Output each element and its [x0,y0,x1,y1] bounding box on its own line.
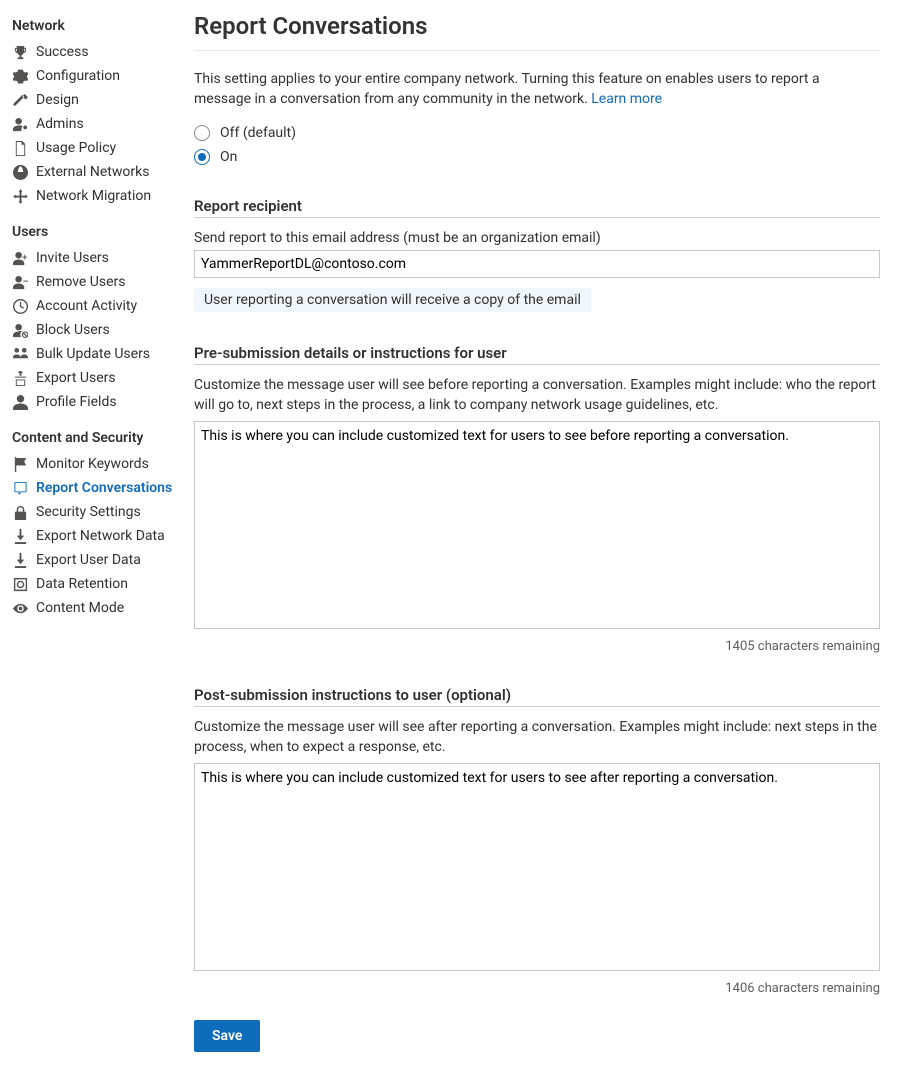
sidebar-item-label: Export User Data [36,550,141,570]
flag-icon [12,456,28,472]
block-user-icon [12,322,28,338]
post-characters-remaining: 1406 characters remaining [194,981,880,996]
sidebar-item-label: External Networks [36,162,149,182]
design-icon [12,92,28,108]
sidebar-item-label: Remove Users [36,272,126,292]
sidebar-item-label: Configuration [36,66,120,86]
post-desc: Customize the message user will see afte… [194,717,880,757]
lock-icon [12,504,28,520]
sidebar-item-label: Admins [36,114,84,134]
save-button[interactable]: Save [194,1020,260,1052]
nav-group-title-users: Users [12,224,184,240]
sidebar-item-account-activity[interactable]: Account Activity [12,294,184,318]
pre-characters-remaining: 1405 characters remaining [194,639,880,654]
radio-on[interactable]: On [194,149,880,165]
sidebar-item-network-migration[interactable]: Network Migration [12,184,184,208]
sidebar-item-design[interactable]: Design [12,88,184,112]
sidebar-item-external-networks[interactable]: External Networks [12,160,184,184]
remove-user-icon [12,274,28,290]
gear-icon [12,68,28,84]
globe-icon [12,164,28,180]
report-icon [12,480,28,496]
sidebar-item-remove-users[interactable]: Remove Users [12,270,184,294]
radio-off[interactable]: Off (default) [194,125,880,141]
sidebar-item-profile-fields[interactable]: Profile Fields [12,390,184,414]
sidebar-item-security-settings[interactable]: Security Settings [12,500,184,524]
radio-on-indicator [194,149,210,165]
admin-icon [12,116,28,132]
clock-icon [12,298,28,314]
download-icon [12,552,28,568]
sidebar-item-report-conversations[interactable]: Report Conversations [12,476,184,500]
sidebar-item-admins[interactable]: Admins [12,112,184,136]
sidebar-item-success[interactable]: Success [12,40,184,64]
recipient-label: Send report to this email address (must … [194,230,880,246]
sidebar-item-label: Data Retention [36,574,128,594]
bulk-users-icon [12,346,28,362]
sidebar-item-configuration[interactable]: Configuration [12,64,184,88]
sidebar-item-export-users[interactable]: Export Users [12,366,184,390]
sidebar-item-export-network-data[interactable]: Export Network Data [12,524,184,548]
sidebar-item-data-retention[interactable]: Data Retention [12,572,184,596]
sidebar-item-label: Export Users [36,368,116,388]
title-divider [194,50,880,51]
intro-body: This setting applies to your entire comp… [194,71,820,107]
pre-desc: Customize the message user will see befo… [194,375,880,415]
main-content: Report Conversations This setting applie… [184,12,880,1052]
sidebar-item-label: Usage Policy [36,138,116,158]
pre-instructions-textarea[interactable] [194,421,880,629]
retention-icon [12,576,28,592]
migration-icon [12,188,28,204]
recipient-email-input[interactable] [194,250,880,278]
sidebar-item-content-mode[interactable]: Content Mode [12,596,184,620]
document-icon [12,140,28,156]
section-recipient-heading: Report recipient [194,197,880,218]
sidebar-item-bulk-update-users[interactable]: Bulk Update Users [12,342,184,366]
sidebar-item-label: Security Settings [36,502,141,522]
sidebar-item-label: Monitor Keywords [36,454,149,474]
sidebar-item-label: Content Mode [36,598,124,618]
sidebar-item-usage-policy[interactable]: Usage Policy [12,136,184,160]
add-user-icon [12,250,28,266]
trophy-icon [12,44,28,60]
sidebar-item-label: Success [36,42,89,62]
nav-group-title-network: Network [12,18,184,34]
radio-off-label: Off (default) [220,125,296,141]
download-icon [12,528,28,544]
sidebar-item-block-users[interactable]: Block Users [12,318,184,342]
sidebar-item-label: Network Migration [36,186,151,206]
intro-text: This setting applies to your entire comp… [194,69,880,109]
sidebar-item-label: Profile Fields [36,392,117,412]
sidebar-item-label: Design [36,90,79,110]
radio-off-indicator [194,125,210,141]
profile-icon [12,394,28,410]
admin-sidebar: Network Success Configuration Design Admins U… [12,12,184,1052]
recipient-help: User reporting a conversation will recei… [194,288,591,312]
sidebar-item-label: Invite Users [36,248,109,268]
radio-on-label: On [220,149,237,165]
sidebar-item-export-user-data[interactable]: Export User Data [12,548,184,572]
sidebar-item-label: Block Users [36,320,110,340]
learn-more-link[interactable]: Learn more [591,91,662,107]
sidebar-item-label: Export Network Data [36,526,165,546]
sidebar-item-invite-users[interactable]: Invite Users [12,246,184,270]
post-instructions-textarea[interactable] [194,763,880,971]
sidebar-item-label: Bulk Update Users [36,344,150,364]
export-icon [12,370,28,386]
sidebar-item-label: Account Activity [36,296,137,316]
nav-group-title-content-and-security: Content and Security [12,430,184,446]
page-title: Report Conversations [194,12,880,40]
eye-icon [12,600,28,616]
sidebar-item-monitor-keywords[interactable]: Monitor Keywords [12,452,184,476]
section-pre-heading: Pre-submission details or instructions f… [194,344,880,365]
section-post-heading: Post-submission instructions to user (op… [194,686,880,707]
sidebar-item-label: Report Conversations [36,478,172,498]
